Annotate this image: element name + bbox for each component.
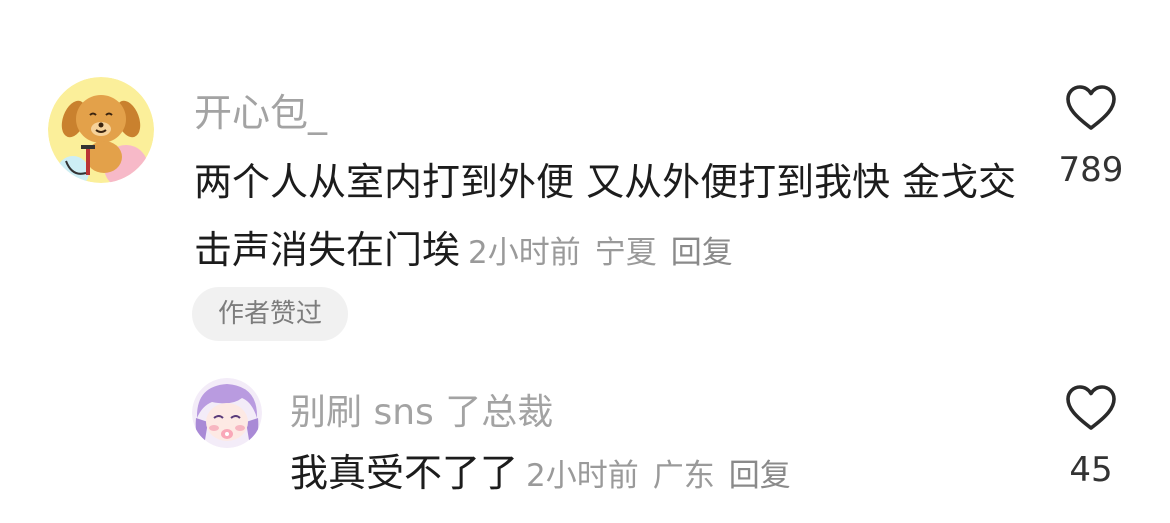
reply-button[interactable]: 回复 xyxy=(729,458,791,494)
heart-outline-icon[interactable] xyxy=(1065,84,1117,132)
avatar[interactable] xyxy=(192,378,262,448)
like-count: 789 xyxy=(1058,150,1124,190)
anime-girl-icon xyxy=(192,378,262,448)
comment-body: 我真受不了了 xyxy=(290,451,519,495)
reply-button[interactable]: 回复 xyxy=(671,235,733,271)
comment-username[interactable]: 别刷 sns 了总裁 xyxy=(290,383,553,435)
like-count: 45 xyxy=(1069,450,1113,490)
comment-location: 广东 xyxy=(652,458,715,494)
comment-meta: 2小时前 广东 回复 xyxy=(526,458,791,494)
heart-outline-icon[interactable] xyxy=(1065,384,1117,432)
comment-location: 宁夏 xyxy=(594,235,657,271)
comment-text: 我真受不了了 2小时前 广东 回复 xyxy=(290,448,1050,501)
cartoon-dog-icon xyxy=(48,77,154,183)
avatar[interactable] xyxy=(48,77,154,183)
comment-username[interactable]: 开心包_ xyxy=(194,82,327,137)
comment-time: 2小时前 xyxy=(468,235,581,271)
author-liked-badge: 作者赞过 xyxy=(192,287,348,341)
comment-text: 两个人从室内打到外便 又从外便打到我快 金戈交击声消失在门埃 2小时前 宁夏 回复 xyxy=(194,148,1024,287)
comment-time: 2小时前 xyxy=(526,458,639,494)
comment-meta: 2小时前 宁夏 回复 xyxy=(468,235,733,271)
